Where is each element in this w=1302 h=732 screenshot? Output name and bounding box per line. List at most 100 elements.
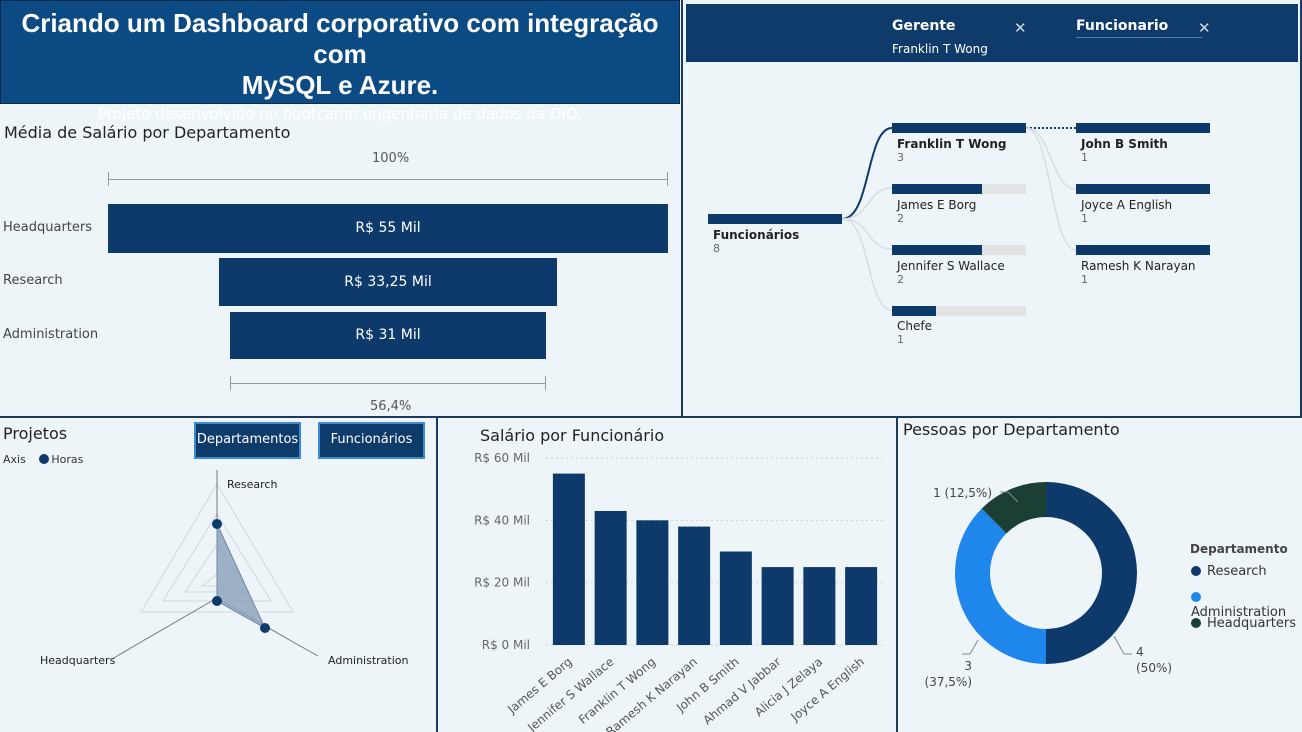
bar[interactable] <box>719 551 752 646</box>
funnel-value-administration: R$ 31 Mil <box>355 327 421 343</box>
bar[interactable] <box>678 526 711 645</box>
projetos-title: Projetos <box>3 424 68 443</box>
legend-dot-icon <box>1191 592 1201 602</box>
tree-node-count: 1 <box>1081 273 1088 286</box>
donut-legend-research[interactable]: Research <box>1191 564 1267 579</box>
tree-root-bar[interactable] <box>708 214 842 224</box>
salario-bar-chart: R$ 0 MilR$ 20 MilR$ 40 MilR$ 60 MilJames… <box>474 451 886 732</box>
tree-node-count: 1 <box>1081 212 1088 225</box>
bar[interactable] <box>761 567 794 645</box>
legend-series: Horas <box>39 453 83 466</box>
tree-l1-track-2 <box>892 184 1026 194</box>
divider-vertical-bottom-1 <box>436 416 438 732</box>
tree-node-ramesh[interactable]: Ramesh K Narayan 1 <box>1081 259 1196 286</box>
tree-node-count: 2 <box>897 273 904 286</box>
radar-axes <box>111 470 319 660</box>
tree-l1-fill-1 <box>892 123 1026 133</box>
bar[interactable] <box>636 520 669 645</box>
tree-node-label: Jennifer S Wallace <box>897 259 1005 273</box>
donut-data-label: 3 <box>964 659 972 673</box>
tree-node-label: Ramesh K Narayan <box>1081 259 1196 273</box>
tree-node-label: Franklin T Wong <box>897 137 1007 151</box>
donut-data-label: 1 (12,5%) <box>933 486 992 500</box>
funnel-bottom-bracket <box>230 383 546 384</box>
tree-node-james[interactable]: James E Borg 2 <box>897 198 976 225</box>
tree-l1-track-3 <box>892 245 1026 255</box>
gerente-filter-value[interactable]: Franklin T Wong <box>892 42 988 56</box>
funnel-bottom-bracket-left <box>230 376 231 390</box>
tree-node-chefe[interactable]: Chefe 1 <box>897 319 932 346</box>
bar[interactable] <box>803 567 836 645</box>
tree-l1-fill-3 <box>892 245 982 255</box>
divider-horizontal <box>0 416 1302 418</box>
tree-l2-track-1 <box>1076 123 1210 133</box>
funnel-bottom-bracket-right <box>545 376 546 390</box>
tree-node-john[interactable]: John B Smith 1 <box>1081 137 1168 164</box>
radar-axis-administration: Administration <box>328 654 409 667</box>
legend-axis-label: Axis <box>3 453 26 466</box>
funcionario-filter-label[interactable]: Funcionario <box>1076 18 1168 34</box>
gerente-clear-icon[interactable]: ✕ <box>1014 19 1027 37</box>
y-tick-label: R$ 0 Mil <box>482 638 530 652</box>
tree-node-label: John B Smith <box>1081 137 1168 151</box>
donut-data-label: (37,5%) <box>925 675 972 689</box>
leader-line <box>1113 635 1132 655</box>
dashboard-title-line2: MySQL e Azure. <box>241 70 439 100</box>
funnel-title: Média de Salário por Departamento <box>4 123 291 142</box>
legend-dot-icon <box>1191 618 1201 628</box>
radar-point-administration[interactable] <box>260 623 270 633</box>
tree-l2-fill-1 <box>1076 123 1210 133</box>
donut-slice[interactable] <box>955 508 1046 664</box>
dashboard-title-line1: Criando um Dashboard corporativo com int… <box>21 8 659 69</box>
radar-point-research[interactable] <box>212 519 222 529</box>
divider-vertical-top <box>681 0 683 418</box>
funnel-value-headquarters: R$ 55 Mil <box>355 220 421 236</box>
funnel-bottom-percent: 56,4% <box>370 399 412 414</box>
tree-root-node[interactable]: Funcionários 8 <box>713 228 799 255</box>
funcionario-clear-icon[interactable]: ✕ <box>1198 19 1211 37</box>
x-tick-label: Joyce A English <box>787 655 867 725</box>
funcionarios-button[interactable]: Funcionários <box>318 422 425 459</box>
y-tick-label: R$ 60 Mil <box>474 451 530 465</box>
funnel-top-bracket-right <box>667 172 668 186</box>
tree-l2-fill-3 <box>1076 245 1210 255</box>
pessoas-chart-title: Pessoas por Departamento <box>903 420 1120 439</box>
tree-node-jennifer[interactable]: Jennifer S Wallace 2 <box>897 259 1005 286</box>
legend-dot-icon <box>39 454 50 464</box>
tree-node-count: 1 <box>897 333 904 346</box>
leader-line <box>962 639 979 655</box>
radar-axis-research: Research <box>227 478 277 491</box>
tree-l1-track-1 <box>892 123 1026 133</box>
gerente-filter-label: Gerente <box>892 18 956 34</box>
tree-node-joyce[interactable]: Joyce A English 1 <box>1081 198 1172 225</box>
donut-data-label: (50%) <box>1136 661 1172 675</box>
bar[interactable] <box>552 473 585 645</box>
funnel-label-research: Research <box>3 273 63 288</box>
tree-node-label: James E Borg <box>897 198 977 212</box>
tree-root-count: 8 <box>713 242 720 255</box>
departamentos-button[interactable]: Departamentos <box>194 422 301 459</box>
legend-label: Headquarters <box>1207 616 1297 631</box>
tree-node-count: 2 <box>897 212 904 225</box>
tree-l1-fill-2 <box>892 184 982 194</box>
donut-slice[interactable] <box>1046 482 1137 664</box>
tree-node-franklin[interactable]: Franklin T Wong 3 <box>897 137 1006 164</box>
projetos-legend: Axis Horas <box>3 453 83 466</box>
tree-l2-track-3 <box>1076 245 1210 255</box>
radar-axis-headquarters: Headquarters <box>40 654 116 667</box>
y-tick-label: R$ 20 Mil <box>474 576 530 590</box>
tree-node-count: 1 <box>1081 151 1088 164</box>
bar[interactable] <box>845 567 878 645</box>
donut-legend-headquarters[interactable]: Headquarters <box>1191 616 1296 631</box>
divider-vertical-bottom-2 <box>896 416 898 732</box>
funnel-label-headquarters: Headquarters <box>3 220 93 235</box>
tree-l1-track-4 <box>892 306 1026 316</box>
bar[interactable] <box>594 510 627 645</box>
legend-series-label: Horas <box>51 453 84 466</box>
tree-l1-fill-4 <box>892 306 937 316</box>
pessoas-donut-chart: 4 (50%) 3 (37,5%) 1 (12,5%) <box>925 482 1172 689</box>
radar-point-headquarters[interactable] <box>212 596 222 606</box>
tree-l2-fill-2 <box>1076 184 1210 194</box>
filter-bar: Gerente ✕ Franklin T Wong Funcionario ✕ <box>686 4 1298 62</box>
x-tick-label: Ahmad V Jabbar <box>700 655 783 728</box>
